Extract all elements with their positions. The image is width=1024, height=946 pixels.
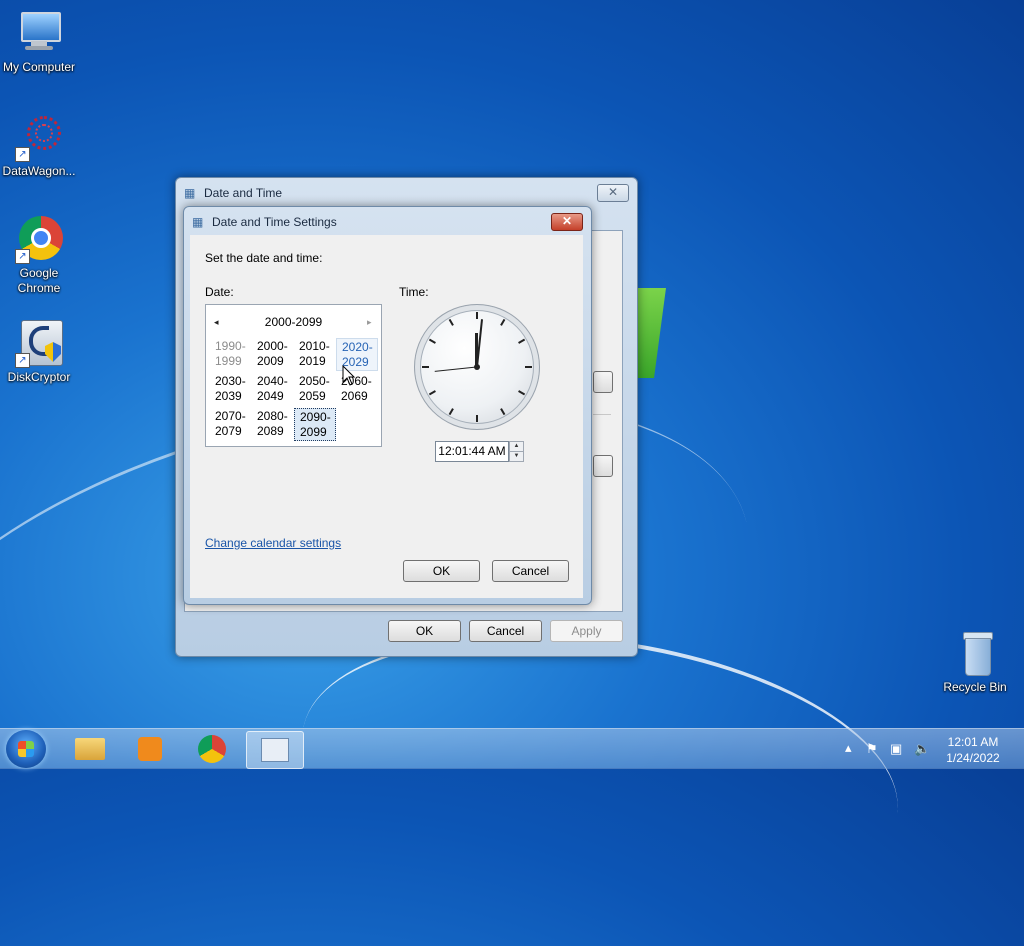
folder-icon [75,738,105,760]
taskbar-chrome[interactable] [184,731,240,767]
hidden-button[interactable] [593,371,613,393]
desktop-icon-my-computer[interactable]: My Computer [1,10,77,75]
clock-tick [448,408,454,416]
clock-tick [518,338,526,344]
decade-cell-selected[interactable]: 2090- 2099 [294,408,336,441]
date-time-icon [261,738,289,762]
decade-cell[interactable]: 2030- 2039 [210,373,252,406]
divider [593,414,611,415]
shortcut-arrow-icon: ↗ [15,147,30,162]
cancel-button[interactable]: Cancel [469,620,542,642]
decade-cell[interactable]: 2070- 2079 [210,408,252,441]
decade-cell[interactable]: 2080- 2089 [252,408,294,441]
recycle-bin-icon [951,630,999,678]
mouse-cursor-icon [342,365,356,386]
taskbar-date-time[interactable] [246,731,304,769]
datawagon-icon: ↗ [15,114,63,162]
decade-cell[interactable]: 2000- 2009 [252,338,294,371]
analog-clock [414,304,540,430]
clock-center [474,364,480,370]
desktop-icon-label: Recycle Bin [943,680,1007,694]
clock-tick [518,390,526,396]
shortcut-arrow-icon: ↗ [15,353,30,368]
shortcut-arrow-icon: ↗ [15,249,30,264]
title-bar[interactable]: ▦ Date and Time Settings ✕ [184,207,591,235]
calendar-header[interactable]: 2000-2099 [206,315,381,329]
action-center-icon[interactable]: ⚑ [866,741,878,757]
window-title: Date and Time [204,186,283,200]
clock-tick [500,408,506,416]
start-button[interactable] [6,730,46,768]
clock-tick [476,415,478,422]
chrome-icon: ↗ [15,216,63,264]
desktop-icon-label: DataWagon... [2,164,76,178]
close-button[interactable]: ✕ [597,184,629,202]
network-icon[interactable]: ▣ [890,741,902,757]
taskbar-media-player[interactable] [122,731,178,767]
wallpaper-logo-fragment [636,288,666,378]
time-label: Time: [399,285,429,299]
show-hidden-icons-button[interactable]: ▴ [845,740,852,756]
volume-icon[interactable]: 🔈 [914,741,930,757]
time-spin-down[interactable]: ▼ [509,451,524,462]
desktop-icon-label: My Computer [2,60,76,74]
clock-second-hand [434,366,477,372]
decade-cell[interactable]: 1990- 1999 [210,338,252,371]
desktop-icon-datawagon[interactable]: ↗ DataWagon... [1,114,77,179]
clock-tick [422,366,429,368]
ok-button[interactable]: OK [403,560,480,582]
clock-tick [476,312,478,319]
window-title: Date and Time Settings [212,215,337,229]
date-time-icon: ▦ [192,215,204,229]
decade-cell[interactable]: 2010- 2019 [294,338,336,371]
desktop-icon-recycle-bin[interactable]: Recycle Bin [937,630,1013,695]
desktop-icon-label: Google Chrome [17,266,61,295]
clock-tick [428,338,436,344]
clock-date: 1/24/2022 [946,751,1000,765]
close-button[interactable]: ✕ [551,213,583,231]
date-label: Date: [205,285,234,299]
media-player-icon [138,737,162,761]
taskbar: ▴ ⚑ ▣ 🔈 12:01 AM 1/24/2022 [0,728,1024,769]
hidden-button[interactable] [593,455,613,477]
computer-icon [15,10,63,58]
desktop-icon-label: DiskCryptor [7,370,71,384]
time-input[interactable]: 12:01:44 AM [435,441,509,462]
taskbar-explorer[interactable] [62,731,118,767]
clock-tick [428,390,436,396]
clock-tick [525,366,532,368]
decade-cell[interactable]: 2050- 2059 [294,373,336,406]
windows-logo-icon [18,741,34,757]
clock-tick [448,318,454,326]
diskcryptor-icon: ↗ [15,320,63,368]
desktop-icon-google-chrome[interactable]: ↗ Google Chrome [1,216,77,296]
decade-cell[interactable]: 2040- 2049 [252,373,294,406]
next-arrow-icon[interactable]: ▸ [367,317,372,328]
chrome-icon [198,735,226,763]
taskbar-clock[interactable]: 12:01 AM 1/24/2022 [936,734,1010,766]
clock-tick [500,318,506,326]
desktop-icon-diskcryptor[interactable]: ↗ DiskCryptor [1,320,77,385]
title-bar[interactable]: ▦ Date and Time ✕ [176,178,637,206]
clock-time: 12:01 AM [947,735,999,749]
apply-button[interactable]: Apply [550,620,623,642]
cancel-button[interactable]: Cancel [492,560,569,582]
instruction-text: Set the date and time: [205,251,323,265]
change-calendar-settings-link[interactable]: Change calendar settings [205,536,341,550]
ok-button[interactable]: OK [388,620,461,642]
date-time-icon: ▦ [184,186,196,200]
